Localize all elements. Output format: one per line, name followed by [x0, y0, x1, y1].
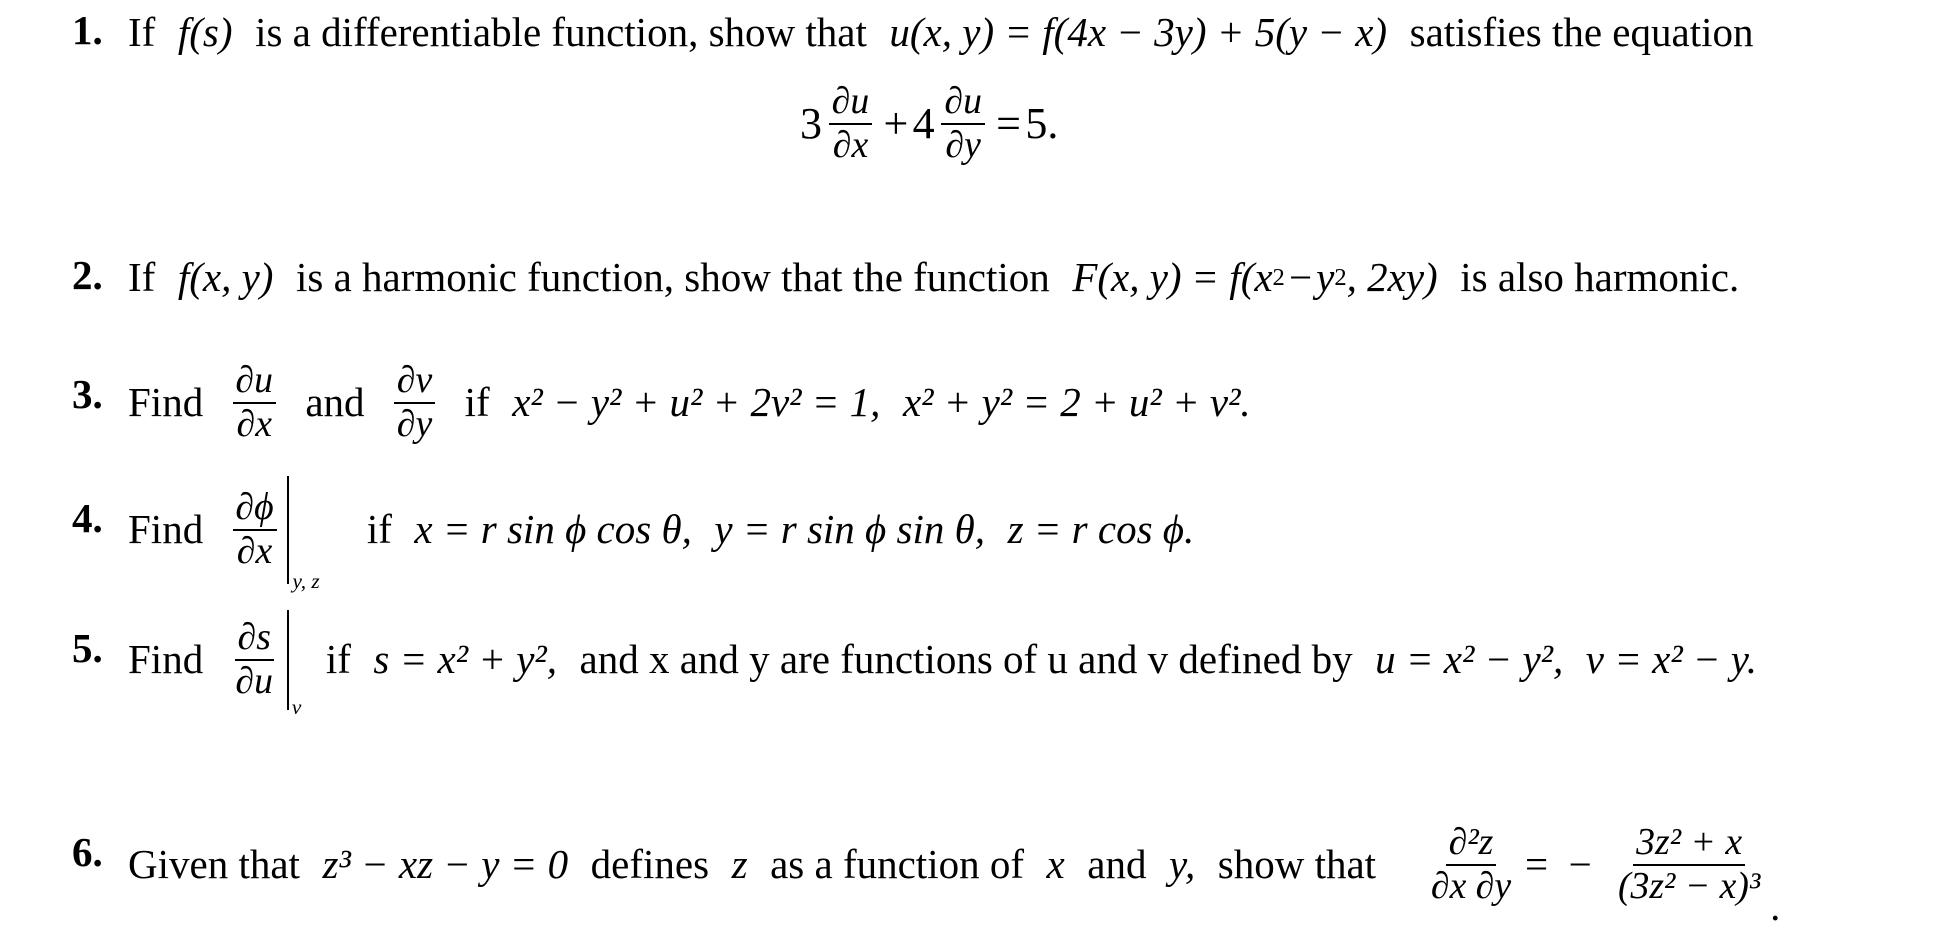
evaluation-subscript: v: [291, 695, 302, 720]
problem-number: 2.: [72, 252, 103, 298]
plus-operator: +: [883, 99, 909, 149]
text-defines: defines: [590, 841, 710, 888]
text-if: if: [464, 379, 490, 426]
denominator: ∂u: [235, 660, 274, 702]
expression-F-rhs-tail: , 2xy): [1346, 254, 1438, 300]
fraction-dphi-dx: ∂ϕ ∂x: [232, 488, 277, 572]
text-fragment: If: [128, 254, 156, 300]
denominator: (3z² − x)³: [1617, 865, 1761, 907]
problem-statement: If f(s) is a differentiable function, show…: [128, 9, 1754, 56]
denominator: ∂y: [396, 403, 433, 445]
denominator: ∂x ∂y: [1430, 865, 1512, 907]
text-fragment: is also harmonic.: [1460, 254, 1740, 300]
expression-f-of-xy: f(x, y): [177, 254, 274, 300]
period: .: [1770, 883, 1781, 930]
equation-v-definition: v = x² − y.: [1585, 636, 1757, 683]
fraction-du-dy: ∂u ∂y: [941, 81, 985, 166]
equation-y: y = r sin ϕ sin θ,: [714, 506, 986, 553]
expression-f-of-s: f(s): [177, 9, 233, 55]
problem-number: 6.: [72, 829, 103, 875]
numerator: ∂ϕ: [232, 488, 277, 531]
equals-operator: =: [1193, 254, 1217, 300]
problem-statement: Given that z³ − xz − y = 0 defines z as a fu…: [128, 790, 1780, 940]
fraction-du-dx: ∂u ∂x: [828, 81, 873, 166]
evaluation-bar: v: [286, 610, 301, 719]
fraction-ds-du: ∂s ∂u: [233, 618, 277, 701]
numerator: ∂s: [234, 618, 274, 661]
text-fragment: satisfies the equation: [1409, 9, 1754, 55]
display-equation-1: 3 ∂u ∂x + 4 ∂u ∂y = 5.: [800, 81, 1059, 166]
text-fragment: If: [128, 9, 156, 55]
fraction-second-partial: ∂²z ∂x ∂y: [1428, 823, 1514, 906]
minus-operator: −: [1568, 841, 1592, 888]
problem-number: 3.: [72, 371, 103, 417]
coefficient-4: 4: [912, 99, 935, 149]
numerator: ∂u: [828, 81, 873, 125]
problem-statement: Find ∂u ∂x and ∂v ∂y if x² − y² + u² + 2v…: [128, 348, 1251, 458]
text-given-that: Given that: [128, 841, 300, 888]
expression-F-rhs-open: f(x: [1229, 254, 1273, 300]
denominator: ∂x: [236, 403, 272, 445]
numerator: 3z² + x: [1633, 823, 1746, 866]
vertical-rule: [287, 476, 290, 584]
denominator: ∂y: [945, 123, 981, 166]
numerator: ∂u: [941, 81, 985, 125]
numerator: ∂²z: [1445, 823, 1497, 866]
numerator: ∂u: [232, 361, 277, 404]
problem-number: 5.: [72, 625, 103, 671]
equals-operator: =: [1525, 841, 1549, 888]
text-and: and: [305, 379, 365, 426]
fraction-dv-dy: ∂v ∂y: [393, 361, 436, 445]
problem-statement: Find ∂ϕ ∂x y, z if x = r sin ϕ cos θ, y = …: [128, 470, 1195, 593]
minus-operator: −: [1288, 254, 1313, 300]
problem-statement: If f(x, y) is a harmonic function, show th…: [128, 254, 1740, 300]
equation-u-definition: u = x² − y²,: [1375, 636, 1564, 683]
text-show-that: show that: [1217, 841, 1377, 888]
problem-statement: Find ∂s ∂u v if s = x² + y², and x and y a…: [128, 600, 1757, 720]
problem-number: 1.: [72, 7, 103, 53]
variable-y: y: [1316, 254, 1335, 300]
variable-y: y,: [1169, 841, 1196, 888]
problem-item-1: 1. If f(s) is a differentiable function, s…: [72, 7, 1915, 56]
problem-number: 4.: [72, 495, 103, 541]
problem-item-2: 2. If f(x, y) is a harmonic function, show…: [72, 252, 1915, 301]
equation-constraint-2: x² + y² = 2 + u² + v².: [902, 379, 1251, 426]
denominator: ∂x: [832, 123, 869, 166]
problem-item-4: 4. Find ∂ϕ ∂x y, z if x = r sin ϕ cos θ, y…: [72, 470, 1915, 593]
text-fragment: as a function of: [770, 841, 1024, 888]
text-if: if: [366, 506, 392, 553]
equation-s-definition: s = x² + y²,: [373, 636, 557, 683]
fraction-du-dx: ∂u ∂x: [232, 361, 277, 445]
problem-item-5: 5. Find ∂s ∂u v if s = x² + y², and x and …: [72, 600, 1915, 720]
evaluation-subscript: y, z: [292, 569, 320, 594]
expression-F-lhs: F(x, y): [1072, 254, 1182, 300]
equation-implicit-relation: z³ − xz − y = 0: [322, 841, 569, 888]
right-hand-side: 5.: [1025, 99, 1059, 149]
denominator: ∂x: [236, 530, 273, 572]
text-fragment: and x and y are functions of u and v def…: [579, 636, 1353, 683]
evaluation-bar: y, z: [287, 476, 320, 593]
equation-z: z = r cos ϕ.: [1007, 506, 1195, 553]
coefficient-3: 3: [800, 99, 822, 149]
vertical-rule: [286, 610, 289, 710]
text-and: and: [1087, 841, 1147, 888]
text-find: Find: [128, 379, 204, 426]
document-page: 1. If f(s) is a differentiable function, s…: [0, 0, 1939, 940]
problem-item-3: 3. Find ∂u ∂x and ∂v ∂y if x² − y² + u² +…: [72, 348, 1915, 458]
problem-item-6: 6. Given that z³ − xz − y = 0 defines z as a…: [72, 790, 1915, 940]
variable-z: z: [731, 841, 748, 888]
equation-constraint-1: x² − y² + u² + 2v² = 1,: [512, 379, 881, 426]
text-find: Find: [128, 506, 204, 553]
equation-x: x = r sin ϕ cos θ,: [414, 506, 692, 553]
text-fragment: is a differentiable function, show that: [255, 9, 867, 55]
numerator: ∂v: [393, 361, 436, 404]
equals-operator: =: [996, 99, 1021, 149]
text-fragment: is a harmonic function, show that the fu…: [296, 254, 1050, 300]
text-find: Find: [128, 636, 204, 683]
expression-u-definition: u(x, y) = f(4x − 3y) + 5(y − x): [889, 9, 1388, 55]
variable-x: x: [1046, 841, 1065, 888]
fraction-right-hand-side: 3z² + x (3z² − x)³: [1615, 823, 1763, 906]
text-if: if: [325, 636, 351, 683]
